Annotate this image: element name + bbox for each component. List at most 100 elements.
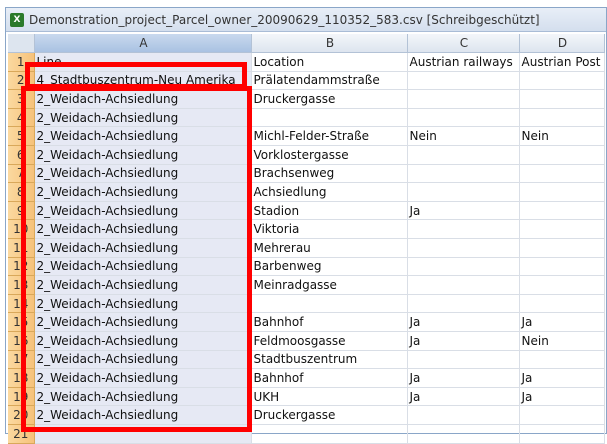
- cell-c[interactable]: [407, 108, 520, 128]
- cell-d[interactable]: Ja: [519, 387, 605, 407]
- cell-c[interactable]: [407, 71, 520, 91]
- cell-b[interactable]: Achsiedlung: [251, 182, 408, 202]
- cell-c[interactable]: [407, 164, 520, 184]
- column-header-b[interactable]: B: [251, 34, 408, 54]
- cell-c[interactable]: [407, 238, 520, 258]
- cell-b[interactable]: Michl-Felder-Straße: [251, 126, 408, 147]
- cell-c[interactable]: Ja: [407, 387, 520, 407]
- cell-a[interactable]: 2_Weidach-Achsiedlung: [34, 238, 252, 258]
- cell-a[interactable]: 2_Weidach-Achsiedlung: [34, 201, 252, 221]
- cell-d[interactable]: [519, 350, 605, 370]
- cell-b[interactable]: Barbenweg: [251, 257, 408, 277]
- cell-c[interactable]: [407, 294, 520, 314]
- cell-a[interactable]: 2_Weidach-Achsiedlung: [34, 350, 252, 370]
- cell-c[interactable]: Ja: [407, 312, 520, 332]
- cell-a[interactable]: 2_Weidach-Achsiedlung: [34, 275, 252, 295]
- cell-b[interactable]: Stadtbuszentrum: [251, 350, 408, 370]
- row-header[interactable]: 15: [8, 312, 35, 332]
- cell-a[interactable]: 2_Weidach-Achsiedlung: [34, 108, 252, 128]
- row-header[interactable]: 18: [8, 368, 35, 388]
- cell-c[interactable]: [407, 145, 520, 165]
- row-header[interactable]: 19: [8, 387, 35, 407]
- cell-a[interactable]: 2_Weidach-Achsiedlung: [34, 145, 252, 165]
- cell-d[interactable]: [519, 219, 605, 240]
- cell-a[interactable]: 2_Weidach-Achsiedlung: [34, 368, 252, 388]
- cell-d[interactable]: [519, 71, 605, 91]
- row-header[interactable]: 11: [8, 238, 35, 258]
- cell-c[interactable]: [407, 257, 520, 277]
- row-header[interactable]: 9: [8, 201, 35, 221]
- cell-b[interactable]: Druckergasse: [251, 89, 408, 109]
- cell-d[interactable]: [519, 89, 605, 109]
- cell-b[interactable]: Vorklostergasse: [251, 145, 408, 165]
- cell-b[interactable]: Bahnhof: [251, 312, 408, 332]
- row-header[interactable]: 12: [8, 257, 35, 277]
- cell-d[interactable]: Nein: [519, 331, 605, 351]
- cell-d[interactable]: Ja: [519, 312, 605, 332]
- select-all-button[interactable]: [8, 34, 35, 54]
- cell-a[interactable]: 2_Weidach-Achsiedlung: [34, 312, 252, 332]
- cell-d[interactable]: Nein: [519, 126, 605, 147]
- cell-d[interactable]: [519, 164, 605, 184]
- cell-d[interactable]: [519, 182, 605, 202]
- cell-c[interactable]: Ja: [407, 331, 520, 351]
- cell-a[interactable]: 2_Weidach-Achsiedlung: [34, 257, 252, 277]
- cell-b[interactable]: Mehrerau: [251, 238, 408, 258]
- row-header[interactable]: 8: [8, 182, 35, 202]
- cell-b[interactable]: [251, 294, 408, 314]
- cell-a[interactable]: 2_Weidach-Achsiedlung: [34, 164, 252, 184]
- cell-a[interactable]: 2_Weidach-Achsiedlung: [34, 387, 252, 407]
- cell-b[interactable]: Bahnhof: [251, 368, 408, 388]
- cell-b[interactable]: UKH: [251, 387, 408, 407]
- cell-b[interactable]: Viktoria: [251, 219, 408, 240]
- cell-a[interactable]: 2_Weidach-Achsiedlung: [34, 89, 252, 109]
- row-header[interactable]: 2: [8, 71, 35, 91]
- cell-d[interactable]: [519, 275, 605, 295]
- cell-d[interactable]: Ja: [519, 368, 605, 388]
- row-header[interactable]: 7: [8, 164, 35, 184]
- cell-c[interactable]: [407, 275, 520, 295]
- row-header[interactable]: 3: [8, 89, 35, 109]
- cell-a[interactable]: 4_Stadtbuszentrum-Neu Amerika: [34, 71, 252, 91]
- row-header[interactable]: 6: [8, 145, 35, 165]
- cell-b[interactable]: Druckergasse: [251, 405, 408, 425]
- cell-d[interactable]: [519, 405, 605, 425]
- cell-c[interactable]: [407, 350, 520, 370]
- cell-a[interactable]: 2_Weidach-Achsiedlung: [34, 126, 252, 147]
- cell-b[interactable]: Prälatendammstraße: [251, 71, 408, 91]
- row-header[interactable]: 10: [8, 219, 35, 240]
- cell-c[interactable]: Ja: [407, 368, 520, 388]
- cell-c[interactable]: [407, 182, 520, 202]
- cell-d[interactable]: [519, 294, 605, 314]
- cell-a[interactable]: Line: [34, 52, 252, 72]
- cell-a[interactable]: 2_Weidach-Achsiedlung: [34, 294, 252, 314]
- row-header[interactable]: 13: [8, 275, 35, 295]
- cell-c[interactable]: Ja: [407, 201, 520, 221]
- column-header-d[interactable]: D: [519, 34, 605, 54]
- cell-b[interactable]: Feldmoosgasse: [251, 331, 408, 351]
- cell-c[interactable]: [407, 219, 520, 240]
- row-header[interactable]: 17: [8, 350, 35, 370]
- column-header-a[interactable]: A: [34, 34, 252, 54]
- cell-d[interactable]: Austrian Post: [519, 52, 605, 72]
- cell-b[interactable]: Meinradgasse: [251, 275, 408, 295]
- cell-b[interactable]: Stadion: [251, 201, 408, 221]
- cell-a[interactable]: 2_Weidach-Achsiedlung: [34, 405, 252, 425]
- cell-d[interactable]: [519, 108, 605, 128]
- cell-c[interactable]: [407, 405, 520, 425]
- row-header[interactable]: 20: [8, 405, 35, 425]
- cell-b[interactable]: Location: [251, 52, 408, 72]
- row-header[interactable]: 1: [8, 52, 35, 72]
- cell-b[interactable]: [251, 108, 408, 128]
- cell-c[interactable]: Nein: [407, 126, 520, 147]
- row-header[interactable]: 5: [8, 126, 35, 147]
- column-header-c[interactable]: C: [407, 34, 520, 54]
- cell-d[interactable]: [519, 145, 605, 165]
- cell-a[interactable]: 2_Weidach-Achsiedlung: [34, 331, 252, 351]
- cell-d[interactable]: [519, 238, 605, 258]
- row-header[interactable]: 4: [8, 108, 35, 128]
- cell-c[interactable]: Austrian railways: [407, 52, 520, 72]
- cell-c[interactable]: [407, 89, 520, 109]
- row-header[interactable]: 16: [8, 331, 35, 351]
- row-header[interactable]: 14: [8, 294, 35, 314]
